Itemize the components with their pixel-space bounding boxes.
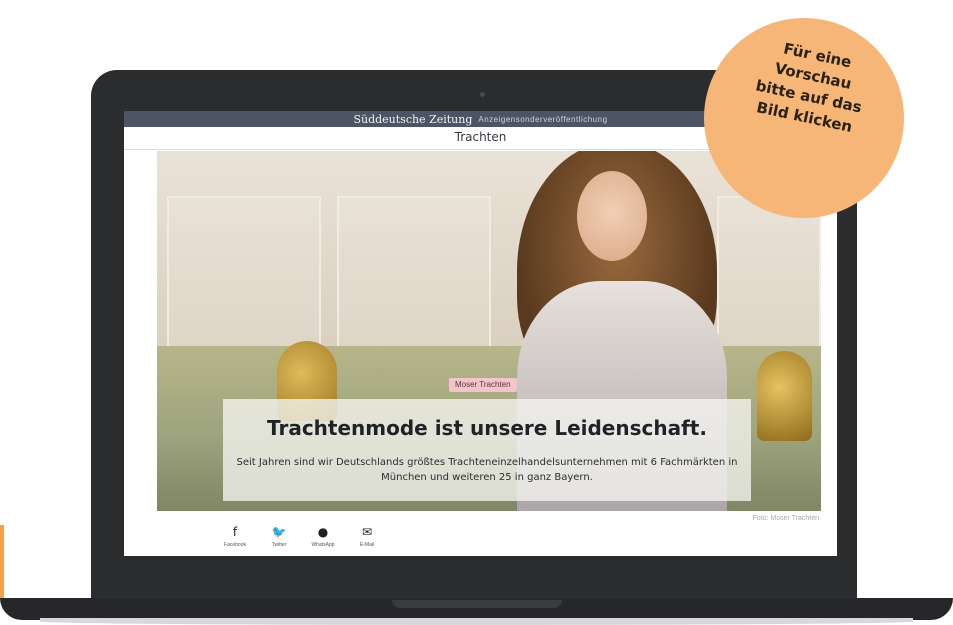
model-face: [577, 171, 647, 261]
camera-icon: [480, 92, 485, 97]
brand-tag: Moser Trachten: [449, 378, 517, 392]
photo-credit: Foto: Moser Trachten: [752, 515, 819, 522]
caption-overlay: [223, 399, 751, 501]
share-facebook[interactable]: f Facebook: [222, 524, 248, 548]
mail-icon: ✉: [361, 525, 373, 539]
share-label: E-Mail: [359, 542, 375, 548]
share-twitter[interactable]: 🐦 Twitter: [266, 524, 292, 548]
hero-subtext: Seit Jahren sind wir Deutschlands größte…: [236, 457, 738, 483]
twitter-icon: 🐦: [271, 525, 287, 539]
laptop-notch: [392, 600, 562, 608]
share-whatsapp[interactable]: ● WhatsApp: [310, 524, 336, 548]
hero-image[interactable]: Moser Trachten Trachtenmode ist unsere L…: [157, 151, 821, 511]
share-label: Twitter: [271, 542, 287, 548]
share-email[interactable]: ✉ E-Mail: [354, 524, 380, 548]
share-label: WhatsApp: [311, 542, 335, 548]
share-bar: f Facebook 🐦 Twitter ● WhatsApp ✉ E-Mail: [222, 524, 380, 548]
hero-headline: Trachtenmode ist unsere Leidenschaft.: [267, 416, 707, 440]
laptop-shadow: [40, 618, 913, 625]
facebook-icon: f: [232, 525, 238, 539]
sofa-ornament: [757, 351, 812, 441]
publisher-subtitle: Anzeigensonderveröffentlichung: [478, 114, 608, 124]
publisher-logo: Süddeutsche Zeitung: [353, 112, 473, 126]
side-accent: [0, 525, 4, 598]
whatsapp-icon: ●: [317, 525, 329, 539]
share-label: Facebook: [224, 542, 246, 548]
